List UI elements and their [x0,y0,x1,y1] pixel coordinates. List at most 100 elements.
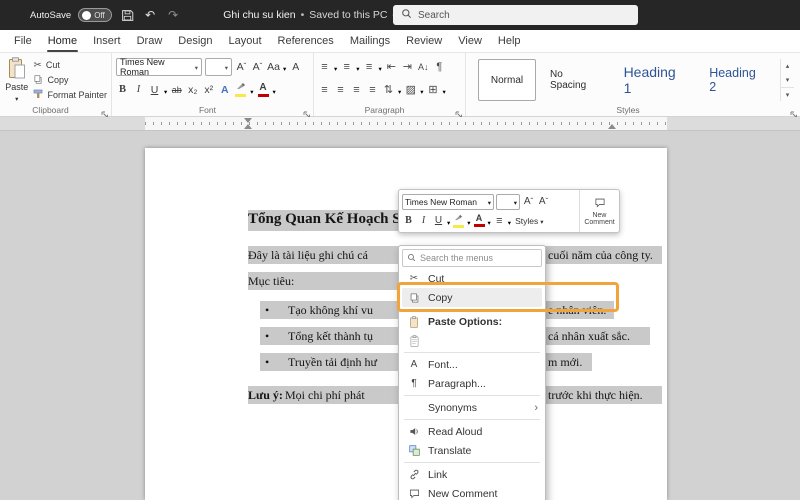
redo-icon[interactable] [165,7,181,23]
context-menu-synonyms[interactable]: Synonyms [402,398,542,417]
shading-icon[interactable] [404,81,417,99]
sort-icon[interactable] [417,58,430,76]
mini-highlight-button[interactable] [452,213,465,229]
tab-mailings[interactable]: Mailings [342,30,398,52]
doc-bullet1-left[interactable]: Tạo không khí vu [288,303,373,318]
context-menu-translate[interactable]: Translate [402,441,542,460]
right-indent-marker[interactable] [608,124,616,129]
tab-home[interactable]: Home [40,30,85,52]
context-menu-paragraph[interactable]: Paragraph... [402,374,542,393]
document-title[interactable]: Ghi chu su kien • Saved to this PC [223,9,396,21]
tab-help[interactable]: Help [490,30,529,52]
mini-new-comment-button[interactable]: New Comment [579,190,619,232]
tab-insert[interactable]: Insert [85,30,129,52]
format-painter-button[interactable]: Format Painter [33,88,107,102]
tab-file[interactable]: File [6,30,40,52]
doc-bullet2-left[interactable]: Tổng kết thành tụ [288,329,373,344]
justify-icon[interactable] [366,81,379,99]
style-heading-1[interactable]: Heading 1 [616,59,696,101]
doc-bullet3-right[interactable]: m mới. [548,355,582,370]
gallery-down-icon[interactable]: ▾ [781,73,794,87]
mini-shrink-font-button[interactable]: A [537,194,550,210]
doc-bullet3-left[interactable]: Truyền tải định hư [288,355,377,370]
left-indent-marker[interactable] [244,124,252,129]
highlight-color-button[interactable] [234,81,247,99]
copy-button[interactable]: Copy [33,73,107,87]
doc-paragraph-left[interactable]: Đây là tài liệu ghi chú cá [248,248,368,263]
autosave-toggle[interactable]: Off [78,8,113,22]
tab-view[interactable]: View [450,30,490,52]
show-formatting-marks-icon[interactable] [433,58,446,76]
style-normal[interactable]: Normal [478,59,536,101]
context-menu-link[interactable]: Link [402,465,542,484]
bold-button[interactable]: B [116,81,129,99]
mini-italic-button[interactable]: I [417,213,430,229]
first-line-indent-marker[interactable] [244,118,252,123]
decrease-indent-icon[interactable] [385,58,398,76]
tab-review[interactable]: Review [398,30,450,52]
clipboard-dialog-launcher-icon[interactable] [101,106,109,118]
paste-button[interactable]: Paste [4,55,29,103]
search-input[interactable] [418,9,608,21]
change-case-button[interactable]: Aa [267,58,280,76]
tab-references[interactable]: References [270,30,342,52]
context-menu-read-aloud[interactable]: Read Aloud [402,422,542,441]
paste-option-keep-source[interactable] [402,331,542,350]
bullets-list-icon[interactable] [318,58,331,76]
mini-font-name-select[interactable]: Times New Roman [402,193,494,210]
doc-note-lead[interactable]: Lưu ý: [248,388,283,403]
search-bar[interactable] [393,5,638,25]
save-icon[interactable] [119,7,135,23]
doc-muc-tieu[interactable]: Mục tiêu: [248,274,294,289]
mini-font-size-select[interactable] [496,193,520,210]
mini-bullets-icon[interactable] [493,213,506,229]
context-menu-new-comment[interactable]: New Comment [402,484,542,500]
paragraph-dialog-launcher-icon[interactable] [455,106,463,118]
font-size-select[interactable] [205,57,232,76]
mini-underline-button[interactable]: U [432,213,445,229]
doc-bullet2-right[interactable]: cá nhân xuất sắc. [548,329,630,344]
increase-indent-icon[interactable] [401,58,414,76]
tab-design[interactable]: Design [170,30,220,52]
context-menu-copy[interactable]: Copy [402,288,542,307]
mini-bold-button[interactable]: B [402,213,415,229]
mini-grow-font-button[interactable]: A [522,194,535,210]
context-menu-search-input[interactable] [420,253,530,263]
doc-note-left[interactable]: Mọi chi phí phát [285,388,365,403]
context-menu-search[interactable] [402,249,542,267]
mini-font-color-button[interactable]: A [473,213,486,229]
doc-bullet1-right[interactable]: e nhân viên. [548,303,606,318]
shrink-font-button[interactable]: A [251,58,264,76]
borders-icon[interactable] [427,81,440,99]
numbered-list-icon[interactable] [340,58,353,76]
cut-button[interactable]: Cut [33,58,107,72]
align-center-icon[interactable] [334,81,347,99]
font-color-button[interactable]: A [257,81,270,99]
undo-icon[interactable] [142,7,158,23]
italic-button[interactable]: I [132,81,145,99]
context-menu-font[interactable]: Font... [402,355,542,374]
strikethrough-button[interactable]: ab [170,81,183,99]
text-effects-button[interactable]: A [218,81,231,99]
doc-note-right[interactable]: trước khi thực hiện. [548,388,643,403]
line-spacing-icon[interactable] [382,81,395,99]
align-right-icon[interactable] [350,81,363,99]
clear-formatting-button[interactable]: A [289,58,302,76]
doc-paragraph-right[interactable]: cuối năm của công ty. [548,248,653,263]
gallery-up-icon[interactable]: ▴ [781,59,794,73]
style-no-spacing[interactable]: No Spacing [542,59,610,101]
mini-styles-button[interactable]: Styles [515,216,543,226]
subscript-button[interactable]: x₂ [186,81,199,99]
grow-font-button[interactable]: A [235,58,248,76]
tab-draw[interactable]: Draw [129,30,171,52]
tab-layout[interactable]: Layout [221,30,270,52]
align-left-icon[interactable] [318,81,331,99]
font-name-select[interactable]: Times New Roman [116,57,202,77]
font-dialog-launcher-icon[interactable] [303,106,311,118]
superscript-button[interactable]: x² [202,81,215,99]
styles-dialog-launcher-icon[interactable] [790,106,798,118]
underline-button[interactable]: U [148,81,161,99]
style-heading-2[interactable]: Heading 2 [701,59,774,101]
context-menu-cut[interactable]: Cut [402,269,542,288]
gallery-more-icon[interactable]: ▾ [781,87,795,101]
